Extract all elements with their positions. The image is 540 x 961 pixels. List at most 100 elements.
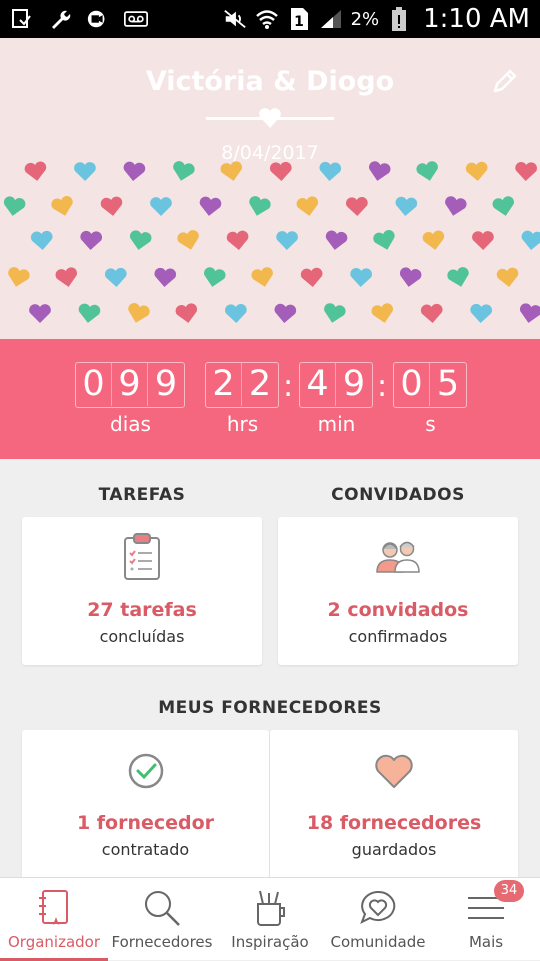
pattern-heart xyxy=(8,267,30,287)
seconds-digits: 0 5 xyxy=(393,362,467,408)
nav-item-inspiracao[interactable]: Inspiração xyxy=(216,878,324,961)
seconds-label: s xyxy=(425,412,436,436)
bottom-navigation: Organizador Fornecedores Inspiração Comu… xyxy=(0,877,540,961)
pattern-heart xyxy=(104,267,127,287)
pattern-heart xyxy=(55,267,78,287)
planner-icon xyxy=(32,886,76,930)
pattern-heart xyxy=(226,230,249,250)
saved-vendors-subtitle: guardados xyxy=(351,840,437,859)
heart-icon xyxy=(374,754,414,795)
notification-icon xyxy=(10,7,34,31)
time-separator: : xyxy=(283,369,294,404)
pattern-heart xyxy=(24,161,47,181)
pattern-heart xyxy=(399,267,422,287)
vendors-title: MEUS FORNECEDORES xyxy=(158,698,382,718)
pattern-heart xyxy=(150,197,172,216)
pattern-heart xyxy=(346,197,368,216)
pattern-heart xyxy=(199,196,222,216)
pattern-heart xyxy=(519,303,540,323)
couple-name: Victória & Diogo xyxy=(145,66,395,97)
pattern-heart xyxy=(29,304,51,323)
wedding-date: 8/04/2017 xyxy=(221,142,319,164)
pattern-heart xyxy=(371,303,393,323)
check-circle-icon xyxy=(127,752,165,795)
nav-label: Inspiração xyxy=(231,933,309,951)
clipboard-icon xyxy=(122,533,162,586)
mute-icon xyxy=(223,7,247,31)
pattern-heart xyxy=(175,303,198,323)
nav-label: Mais xyxy=(468,933,504,951)
time-separator: : xyxy=(377,369,388,404)
nav-label: Fornecedores xyxy=(111,933,213,951)
guests-card[interactable]: 2 convidados confirmados xyxy=(278,517,518,665)
pattern-heart xyxy=(319,161,342,181)
pattern-heart xyxy=(324,303,346,323)
pattern-heart xyxy=(492,196,514,216)
tasks-count: 27 tarefas xyxy=(87,599,197,621)
pattern-heart xyxy=(129,230,152,250)
pattern-heart xyxy=(269,161,292,181)
nav-item-fornecedores[interactable]: Fornecedores xyxy=(108,878,216,961)
video-icon xyxy=(86,7,110,31)
pattern-heart xyxy=(225,304,247,323)
days-digit: 0 xyxy=(76,363,112,406)
pattern-heart xyxy=(30,230,53,250)
guests-subtitle: confirmados xyxy=(348,627,448,646)
minutes-digit: 9 xyxy=(342,364,366,404)
days-digits: 0 9 9 xyxy=(75,362,185,408)
pattern-heart xyxy=(472,231,494,250)
saved-vendors-count: 18 fornecedores xyxy=(306,812,482,834)
tasks-card[interactable]: 27 tarefas concluídas xyxy=(22,517,262,665)
pattern-heart xyxy=(276,231,298,250)
notification-badge: 34 xyxy=(494,880,524,902)
battery-icon xyxy=(387,7,411,31)
pattern-heart xyxy=(395,196,418,216)
days-digit: 9 xyxy=(112,363,148,406)
pattern-heart xyxy=(373,230,395,250)
minutes-digit: 4 xyxy=(300,363,336,406)
pattern-heart xyxy=(78,303,101,323)
tasks-subtitle: concluídas xyxy=(99,627,185,646)
pattern-heart xyxy=(177,230,199,250)
chat-heart-icon xyxy=(356,886,400,930)
nav-label: Organizador xyxy=(7,933,101,951)
pattern-heart xyxy=(422,230,445,250)
minutes-digits: 4 9 xyxy=(299,362,373,408)
nav-item-organizador[interactable]: Organizador xyxy=(0,878,108,961)
tasks-title: TAREFAS xyxy=(98,485,186,505)
seconds-digit: 5 xyxy=(436,364,460,404)
nav-item-comunidade[interactable]: Comunidade xyxy=(324,878,432,961)
guests-count: 2 convidados xyxy=(327,599,469,621)
pattern-heart xyxy=(521,230,540,250)
pattern-heart xyxy=(325,230,348,250)
pattern-heart xyxy=(515,162,537,181)
pencil-icon[interactable] xyxy=(490,66,520,96)
pattern-heart xyxy=(128,303,150,323)
pattern-heart xyxy=(470,303,493,323)
pattern-heart xyxy=(74,162,96,181)
hours-digits: 2 2 xyxy=(205,362,279,408)
wifi-icon xyxy=(255,7,279,31)
status-bar: 1 2% 1:10 AM xyxy=(0,0,540,38)
pattern-heart xyxy=(249,196,271,216)
search-icon xyxy=(140,886,184,930)
signal-icon xyxy=(319,7,343,31)
pattern-heart xyxy=(300,267,323,287)
saved-vendors-card[interactable]: 18 fornecedores guardados xyxy=(270,730,518,880)
minutes-label: min xyxy=(317,412,356,436)
days-label: dias xyxy=(110,412,151,436)
nav-item-mais[interactable]: Mais 34 xyxy=(432,878,540,961)
pattern-heart xyxy=(123,161,146,181)
pattern-heart xyxy=(204,267,226,287)
pattern-heart xyxy=(420,303,443,323)
hours-digit: 2 xyxy=(248,364,272,404)
hours-label: hrs xyxy=(226,412,259,436)
pattern-heart xyxy=(251,267,273,287)
wrench-icon xyxy=(48,7,72,31)
hired-vendors-subtitle: contratado xyxy=(101,840,190,859)
hired-vendors-card[interactable]: 1 fornecedor contratado xyxy=(22,730,269,880)
pattern-heart xyxy=(154,267,177,287)
couple-header: Victória & Diogo 8/04/2017 xyxy=(0,38,540,339)
hours-digit: 2 xyxy=(206,363,242,406)
status-time: 1:10 AM xyxy=(423,4,530,34)
